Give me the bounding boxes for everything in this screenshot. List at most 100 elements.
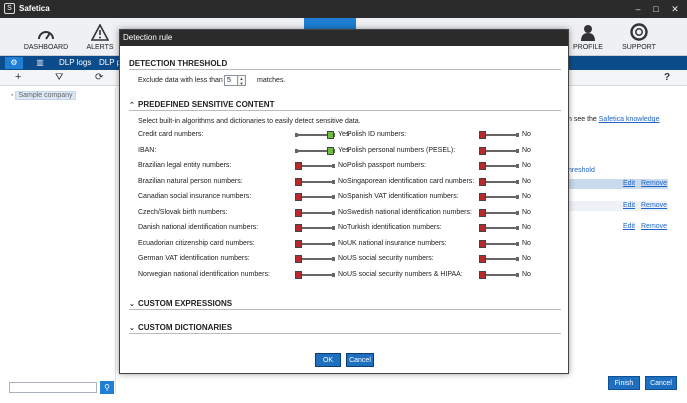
content-type-toggle[interactable] xyxy=(295,255,335,263)
content-type-toggle[interactable] xyxy=(295,162,335,170)
content-type-toggle[interactable] xyxy=(479,193,519,201)
toggle-knob[interactable] xyxy=(295,193,302,201)
filter-icon[interactable]: ⛛ xyxy=(55,71,63,84)
finish-button[interactable]: Finish xyxy=(608,376,640,390)
toggle-knob[interactable] xyxy=(479,270,486,279)
window-title: Safetica xyxy=(19,4,50,13)
edit-link[interactable]: Edit xyxy=(623,202,635,209)
chevron-down-icon[interactable]: ⌄ xyxy=(129,300,138,308)
reports-chart-icon[interactable]: ▥ xyxy=(31,57,49,69)
predefined-section-heading[interactable]: ⌃ PREDEFINED SENSITIVE CONTENT xyxy=(129,100,561,111)
content-type-row: Credit card numbers: Yes xyxy=(138,130,353,140)
cancel-dialog-button[interactable]: Cancel xyxy=(346,353,374,367)
content-type-toggle[interactable] xyxy=(295,177,335,186)
tab-dlp-logs[interactable]: DLP logs xyxy=(59,58,91,67)
ribbon-dashboard-button[interactable]: DASHBOARD xyxy=(18,20,74,56)
content-type-toggle[interactable] xyxy=(295,208,335,217)
content-type-toggle[interactable] xyxy=(479,270,519,279)
content-type-row: Ecuadorian citizenship card numbers: No xyxy=(138,239,353,249)
toggle-knob[interactable] xyxy=(479,193,486,201)
tree-item-company[interactable]: ▪ Sample company xyxy=(11,91,76,100)
content-type-row: Czech/Slovak birth numbers: No xyxy=(138,208,353,218)
search-input[interactable] xyxy=(9,382,97,393)
cancel-button[interactable]: Cancel xyxy=(645,376,677,390)
chevron-down-icon[interactable]: ⌄ xyxy=(129,324,138,332)
content-type-toggle[interactable] xyxy=(479,177,519,186)
toggle-knob[interactable] xyxy=(295,162,302,170)
toggle-state-label: No xyxy=(338,193,347,200)
custom-expressions-heading[interactable]: ⌄ CUSTOM EXPRESSIONS xyxy=(129,299,561,310)
remove-link[interactable]: Remove xyxy=(641,223,667,230)
content-type-toggle[interactable] xyxy=(295,239,335,248)
content-type-label: US social security numbers & HIPAA: xyxy=(347,270,463,278)
toggle-state-label: No xyxy=(522,193,531,200)
threshold-column-header: hreshold xyxy=(568,167,595,174)
content-type-toggle[interactable] xyxy=(479,224,519,232)
content-type-label: Brazilian natural person numbers: xyxy=(138,177,243,185)
toggle-state-label: No xyxy=(338,224,347,231)
content-type-label: Polish personal numbers (PESEL): xyxy=(347,146,456,154)
safetica-logo-icon: S xyxy=(4,3,15,14)
toggle-knob[interactable] xyxy=(479,131,486,139)
custom-dictionaries-heading[interactable]: ⌄ CUSTOM DICTIONARIES xyxy=(129,323,561,334)
chevron-up-icon[interactable]: ⌃ xyxy=(129,101,138,109)
refresh-icon[interactable]: ⟳ xyxy=(95,71,103,84)
content-type-toggle[interactable] xyxy=(295,146,335,155)
maximize-icon[interactable]: □ xyxy=(650,3,662,15)
content-type-toggle[interactable] xyxy=(479,239,519,248)
toggle-knob[interactable] xyxy=(295,177,302,186)
ribbon-support-button[interactable]: SUPPORT xyxy=(611,20,667,56)
content-type-row: Spanish VAT identification numbers: No xyxy=(347,192,562,202)
content-type-toggle[interactable] xyxy=(479,131,519,139)
knowledge-link[interactable]: Safetica knowledge xyxy=(599,116,660,123)
toggle-knob[interactable] xyxy=(479,208,486,217)
toggle-state-label: No xyxy=(522,162,531,169)
content-type-row: Canadian social insurance numbers: No xyxy=(138,192,353,202)
threshold-section-heading: DETECTION THRESHOLD xyxy=(129,59,561,70)
content-type-toggle[interactable] xyxy=(479,162,519,170)
toggle-knob[interactable] xyxy=(295,208,302,217)
toggle-state-label: No xyxy=(338,208,347,216)
close-icon[interactable]: ✕ xyxy=(669,3,681,15)
settings-gear-icon[interactable]: ⚙ xyxy=(5,57,23,69)
toggle-knob[interactable] xyxy=(295,270,302,279)
help-icon[interactable]: ? xyxy=(664,72,670,83)
content-type-toggle[interactable] xyxy=(295,224,335,232)
threshold-input[interactable]: 5 xyxy=(224,75,238,86)
toggle-state-label: No xyxy=(522,177,531,185)
content-type-toggle[interactable] xyxy=(295,270,335,279)
threshold-stepper[interactable]: ▲ ▼ xyxy=(238,75,246,86)
remove-link[interactable]: Remove xyxy=(641,202,667,209)
sidebar: ▪ Sample company ⚲ xyxy=(6,88,116,394)
toggle-knob[interactable] xyxy=(479,239,486,248)
content-type-toggle[interactable] xyxy=(479,255,519,263)
toggle-knob[interactable] xyxy=(327,146,334,155)
company-icon: ▪ xyxy=(11,92,14,99)
content-type-toggle[interactable] xyxy=(479,208,519,217)
background-content: n see the Safetica knowledge hreshold Ed… xyxy=(568,110,678,280)
tab-dlp-policies[interactable]: DLP p xyxy=(99,58,121,67)
toggle-knob[interactable] xyxy=(479,146,486,155)
content-type-row: Singaporean identification card numbers:… xyxy=(347,177,562,187)
toggle-knob[interactable] xyxy=(327,131,334,139)
toggle-knob[interactable] xyxy=(479,255,486,263)
edit-link[interactable]: Edit xyxy=(623,180,635,187)
toggle-knob[interactable] xyxy=(295,239,302,248)
toggle-state-label: No xyxy=(522,224,531,231)
toggle-knob[interactable] xyxy=(295,255,302,263)
toggle-knob[interactable] xyxy=(479,177,486,186)
remove-link[interactable]: Remove xyxy=(641,180,667,187)
search-icon[interactable]: ⚲ xyxy=(100,381,114,394)
content-type-toggle[interactable] xyxy=(295,131,335,139)
toggle-state-label: No xyxy=(522,239,531,247)
toggle-knob[interactable] xyxy=(295,224,302,232)
content-type-toggle[interactable] xyxy=(295,193,335,201)
toggle-knob[interactable] xyxy=(479,162,486,170)
minimize-icon[interactable]: – xyxy=(632,3,644,15)
ok-button[interactable]: OK xyxy=(315,353,341,367)
edit-link[interactable]: Edit xyxy=(623,223,635,230)
toggle-knob[interactable] xyxy=(479,224,486,232)
add-icon[interactable]: + xyxy=(15,71,21,84)
content-type-row: US social security numbers: No xyxy=(347,254,562,264)
content-type-toggle[interactable] xyxy=(479,146,519,155)
